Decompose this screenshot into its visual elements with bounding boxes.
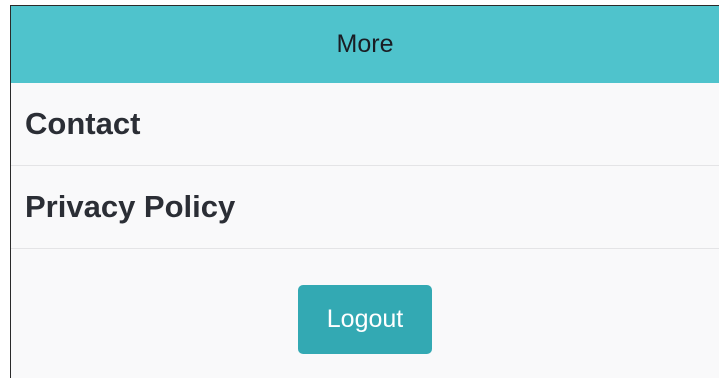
menu-item-privacy-policy[interactable]: Privacy Policy: [11, 166, 719, 249]
page-title: More: [336, 30, 394, 58]
menu-item-label: Privacy Policy: [25, 189, 236, 224]
more-screen: More Contact Privacy Policy Logout: [10, 5, 719, 378]
menu-item-label: Contact: [25, 106, 141, 141]
logout-button[interactable]: Logout: [298, 285, 432, 354]
header-bar: More: [11, 6, 719, 83]
menu-list: Contact Privacy Policy: [11, 83, 719, 249]
actions-area: Logout: [11, 249, 719, 354]
menu-item-contact[interactable]: Contact: [11, 83, 719, 166]
